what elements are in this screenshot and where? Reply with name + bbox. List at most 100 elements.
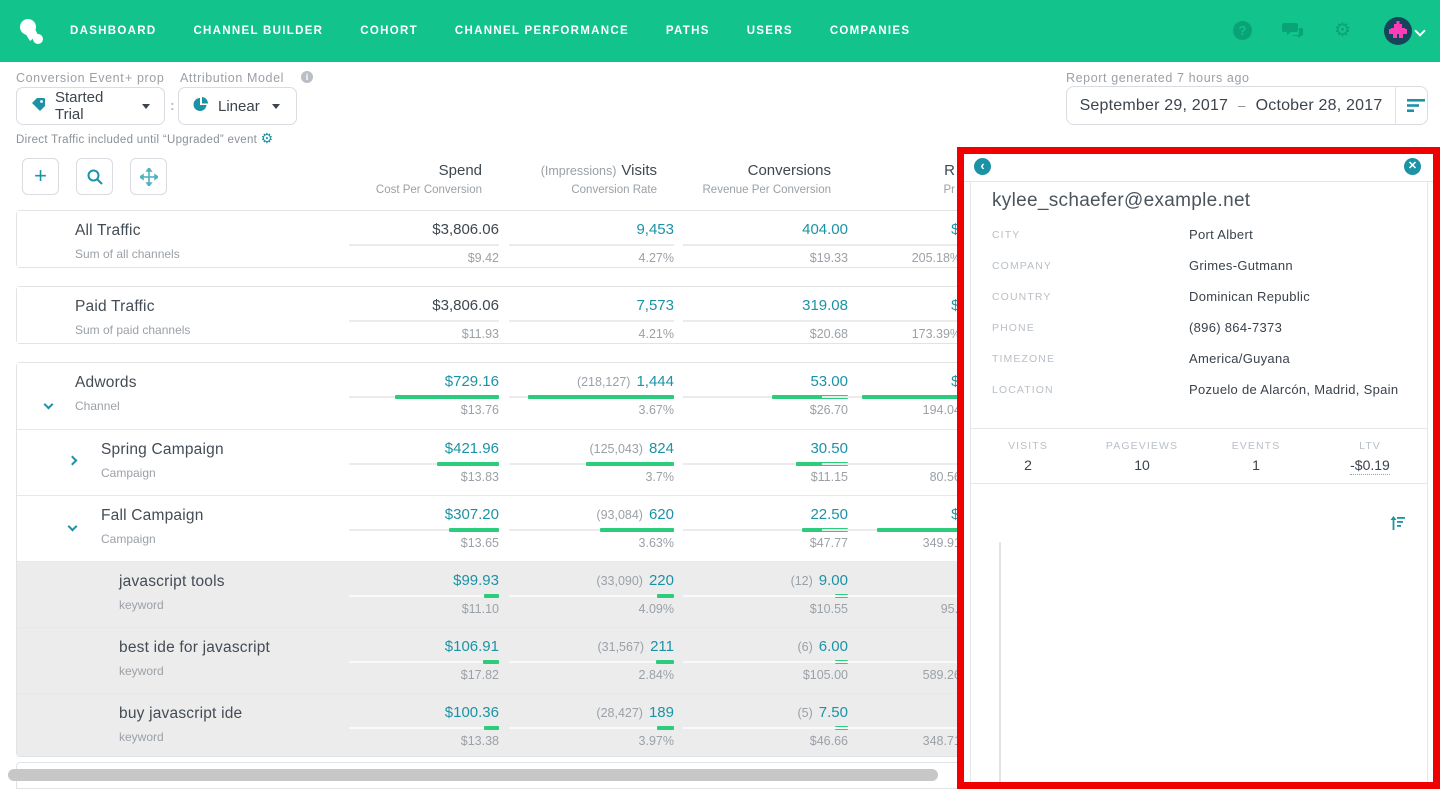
pie-icon — [193, 96, 209, 116]
settings-gear-icon[interactable]: ⚙ — [261, 130, 274, 146]
nav-item-dashboard[interactable]: DASHBOARD — [70, 25, 156, 37]
user-email: kylee_schaefer@example.net — [992, 190, 1250, 212]
row-type: keyword — [119, 730, 164, 744]
nav-item-channel-performance[interactable]: CHANNEL PERFORMANCE — [455, 25, 629, 37]
ltv-stat[interactable]: -$0.19 — [1350, 457, 1390, 475]
horizontal-scrollbar[interactable] — [8, 769, 938, 781]
gear-icon[interactable]: ⚙ — [1334, 21, 1354, 41]
app-window: DASHBOARD CHANNEL BUILDER COHORT CHANNEL… — [0, 0, 1440, 789]
row-label: javascript tools — [119, 573, 225, 591]
spend-value[interactable]: $421.96 — [445, 440, 499, 457]
spend-value[interactable]: $307.20 — [445, 506, 499, 523]
field-value-phone: (896) 864-7373 — [1189, 320, 1282, 335]
search-icon — [87, 169, 103, 185]
top-nav: DASHBOARD CHANNEL BUILDER COHORT CHANNEL… — [0, 0, 1440, 62]
row-type: Campaign — [101, 532, 156, 546]
user-card: kylee_schaefer@example.net CITY Port Albe… — [970, 181, 1428, 782]
pageviews-stat: 10 — [1085, 457, 1199, 473]
spend-value: $3,806.06 — [432, 221, 499, 238]
row-label: Fall Campaign — [101, 507, 204, 525]
collapse-chevron-icon[interactable] — [44, 400, 54, 410]
row-label: best ide for javascript — [119, 639, 270, 657]
visits-value[interactable]: 620 — [649, 506, 674, 523]
spend-value[interactable]: $99.93 — [453, 572, 499, 589]
events-stat: 1 — [1199, 457, 1313, 473]
row-label: All Traffic — [75, 222, 141, 240]
column-header-revenue[interactable]: R Pr — [735, 162, 955, 196]
field-label-company: COMPANY — [992, 260, 1052, 272]
attribution-model-label: Attribution Model — [180, 71, 284, 85]
date-start: September 29, 2017 — [1080, 97, 1229, 115]
add-button[interactable]: + — [22, 158, 59, 195]
conversion-event-value: Started Trial — [55, 89, 130, 123]
date-range-picker[interactable]: September 29, 2017 – October 28, 2017 — [1066, 86, 1428, 125]
caret-down-icon — [142, 104, 150, 109]
tag-icon — [31, 97, 46, 116]
field-label-country: COUNTRY — [992, 291, 1051, 303]
nav-item-channel-builder[interactable]: CHANNEL BUILDER — [193, 25, 323, 37]
spend-value[interactable]: $100.36 — [445, 704, 499, 721]
nav-item-paths[interactable]: PATHS — [666, 25, 710, 37]
field-label-timezone: TIMEZONE — [992, 353, 1055, 365]
row-type: keyword — [119, 664, 164, 678]
field-value-country: Dominican Republic — [1189, 289, 1310, 304]
row-type: Sum of paid channels — [75, 323, 190, 337]
row-label: Paid Traffic — [75, 298, 155, 316]
separator-colon: : — [170, 97, 175, 113]
collapse-chevron-icon[interactable] — [68, 522, 78, 532]
caret-down-icon — [272, 104, 280, 109]
field-label-city: CITY — [992, 229, 1020, 241]
date-end: October 28, 2017 — [1256, 97, 1383, 115]
back-button[interactable]: ‹ — [974, 158, 991, 175]
field-value-location: Pozuelo de Alarcón, Madrid, Spain — [1189, 382, 1398, 397]
help-icon[interactable]: ? — [1233, 21, 1253, 41]
user-stats: VISITS2 PAGEVIEWS10 EVENTS1 LTV-$0.19 — [971, 428, 1427, 484]
attribution-model-value: Linear — [218, 98, 260, 115]
nav-item-users[interactable]: USERS — [747, 25, 793, 37]
row-label: Adwords — [75, 374, 137, 392]
visits-value[interactable]: 9,453 — [636, 221, 674, 238]
account-caret-down-icon[interactable] — [1414, 25, 1425, 36]
brand-logo-icon[interactable] — [16, 15, 46, 50]
date-filter-icon[interactable] — [1407, 99, 1425, 118]
info-icon[interactable]: i — [301, 71, 313, 83]
report-generated-label: Report generated 7 hours ago — [1066, 71, 1250, 85]
visits-value[interactable]: 211 — [650, 638, 674, 655]
conversion-event-label: Conversion Event — [16, 71, 124, 85]
field-value-timezone: America/Guyana — [1189, 351, 1290, 366]
activity-timeline: OCTOBER 26, 2017 VISIT 3:08 PM CHANNEL: … — [971, 484, 1427, 782]
visits-value[interactable]: 1,444 — [636, 373, 674, 390]
sort-icon[interactable] — [1390, 516, 1405, 535]
close-icon[interactable]: ✕ — [1404, 158, 1421, 175]
nav-item-companies[interactable]: COMPANIES — [830, 25, 911, 37]
chat-icon[interactable] — [1282, 21, 1302, 41]
visits-value[interactable]: 7,573 — [636, 297, 674, 314]
field-value-city: Port Albert — [1189, 227, 1253, 242]
field-label-location: LOCATION — [992, 384, 1054, 396]
row-label: Spring Campaign — [101, 441, 224, 459]
conversion-event-select[interactable]: Started Trial — [16, 87, 165, 125]
move-icon — [140, 168, 158, 186]
field-label-phone: PHONE — [992, 322, 1035, 334]
row-type: Sum of all channels — [75, 247, 180, 261]
spend-value: $3,806.06 — [432, 297, 499, 314]
field-value-company: Grimes-Gutmann — [1189, 258, 1293, 273]
expand-chevron-icon[interactable] — [68, 456, 78, 466]
row-type: Campaign — [101, 466, 156, 480]
row-type: keyword — [119, 598, 164, 612]
nav-item-cohort[interactable]: COHORT — [360, 25, 418, 37]
add-prop-link[interactable]: + prop — [125, 71, 164, 85]
avatar[interactable] — [1384, 17, 1412, 45]
attribution-model-select[interactable]: Linear — [178, 87, 297, 125]
search-button[interactable] — [76, 158, 113, 195]
user-detail-panel: ‹ ✕ kylee_schaefer@example.net CITY Port … — [957, 147, 1440, 789]
timeline-line — [999, 542, 1001, 782]
visits-value[interactable]: 220 — [649, 572, 674, 589]
spend-value[interactable]: $106.91 — [445, 638, 499, 655]
visits-stat: 2 — [971, 457, 1085, 473]
visits-value[interactable]: 189 — [649, 704, 674, 721]
visits-value[interactable]: 824 — [649, 440, 674, 457]
move-button[interactable] — [130, 158, 167, 195]
spend-value[interactable]: $729.16 — [445, 373, 499, 390]
direct-traffic-note: Direct Traffic included until “Upgraded”… — [16, 130, 274, 147]
